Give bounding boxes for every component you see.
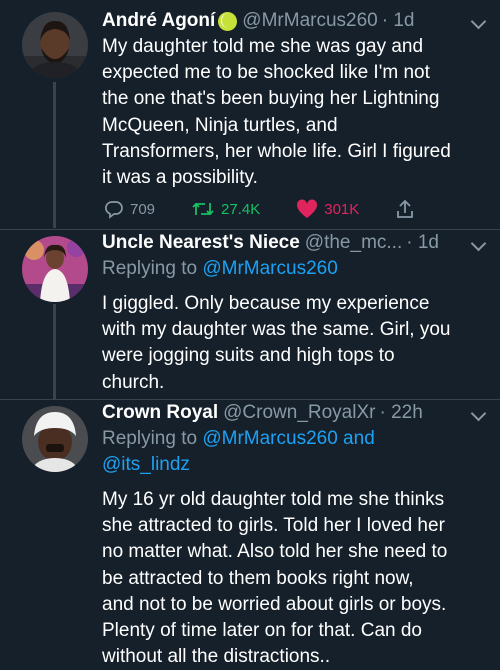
tweet[interactable]: Crown Royal @Crown_RoyalXr · 22h Replyin… — [0, 400, 500, 667]
user-handle[interactable]: @MrMarcus260 — [242, 8, 377, 34]
retweet-icon — [192, 202, 214, 216]
replying-to-label: Replying to — [102, 428, 203, 449]
tweet-header: Uncle Nearest's Niece @the_mc... · 1d — [102, 230, 486, 256]
tweet-text: My daughter told me she was gay and expe… — [102, 34, 486, 191]
text-line: were jogging suits and high tops to — [102, 345, 395, 367]
text-line: be attracted to them books right now, — [102, 567, 414, 589]
mention-link[interactable]: @MrMarcus260 — [202, 428, 337, 449]
tweet-header: Crown Royal @Crown_RoyalXr · 22h — [102, 400, 486, 426]
reply-button[interactable]: 709 — [104, 199, 155, 219]
replying-to-2: @its_lindz — [102, 452, 486, 478]
avatar[interactable] — [22, 12, 88, 78]
retweet-count: 27.4K — [221, 200, 261, 218]
text-line: McQueen, Ninja turtles, and — [102, 114, 338, 136]
reply-icon — [105, 201, 123, 219]
timestamp[interactable]: · 1d — [382, 8, 415, 34]
replying-to-label: Replying to — [102, 258, 203, 279]
replying-and: and — [337, 428, 375, 449]
tweet-text: My 16 yr old daughter told me she thinks… — [102, 487, 486, 670]
mention-link[interactable]: @MrMarcus260 — [202, 258, 337, 279]
user-handle[interactable]: @the_mc... — [305, 230, 402, 256]
text-line: Plenty of time later on for that. Can do — [102, 620, 423, 642]
display-name[interactable]: Uncle Nearest's Niece — [102, 230, 300, 256]
text-line: no matter what. Also told her she need t… — [102, 541, 448, 563]
tennis-ball-emoji — [218, 11, 238, 31]
display-name[interactable]: André Agoní — [102, 8, 215, 34]
tweet[interactable]: Uncle Nearest's Niece @the_mc... · 1d Re… — [0, 230, 500, 400]
replying-to: Replying to @MrMarcus260 and — [102, 426, 486, 452]
reply-count: 709 — [130, 200, 156, 218]
text-line: I giggled. Only because my experience — [102, 293, 430, 314]
text-line: expected me to be shocked like I'm not — [102, 62, 430, 84]
text-line: church. — [102, 371, 165, 393]
text-line: My daughter told me she was gay and — [102, 36, 424, 57]
heart-icon — [297, 199, 318, 218]
replying-to: Replying to @MrMarcus260 — [102, 256, 486, 282]
mention-link[interactable]: @its_lindz — [102, 454, 190, 475]
share-icon — [397, 199, 414, 218]
text-line: it was a possibility. — [102, 167, 258, 189]
tweet-text: I giggled. Only because my experience wi… — [102, 291, 486, 396]
text-line: she attracted to girls. Told her I loved… — [102, 515, 445, 537]
tweet-actions: 709 27.4K 301K — [104, 198, 457, 220]
text-line: Transformers, her whole life. Girl I fig… — [102, 140, 451, 162]
text-line: without all the distractions.. — [102, 646, 331, 668]
timestamp[interactable]: · 1d — [406, 230, 439, 256]
retweet-button[interactable]: 27.4K — [191, 199, 260, 219]
user-handle[interactable]: @Crown_RoyalXr — [223, 400, 375, 426]
share-button[interactable] — [395, 198, 421, 220]
text-line: the one that's been buying her Lightning — [102, 88, 440, 110]
text-line: and not to be worried about girls or boy… — [102, 593, 447, 615]
avatar[interactable] — [22, 406, 88, 472]
text-line: with my daughter was the same. Girl, you — [102, 319, 451, 341]
text-line: My 16 yr old daughter told me she thinks — [102, 489, 445, 510]
timestamp[interactable]: · 22h — [379, 400, 422, 426]
like-button[interactable]: 301K — [296, 199, 359, 219]
avatar[interactable] — [22, 236, 88, 302]
like-count: 301K — [324, 200, 360, 218]
display-name[interactable]: Crown Royal — [102, 400, 218, 426]
tweet-header: André Agoní @MrMarcus260 · 1d — [102, 8, 486, 34]
tweet[interactable]: André Agoní @MrMarcus260 · 1d My daughte… — [0, 0, 500, 230]
